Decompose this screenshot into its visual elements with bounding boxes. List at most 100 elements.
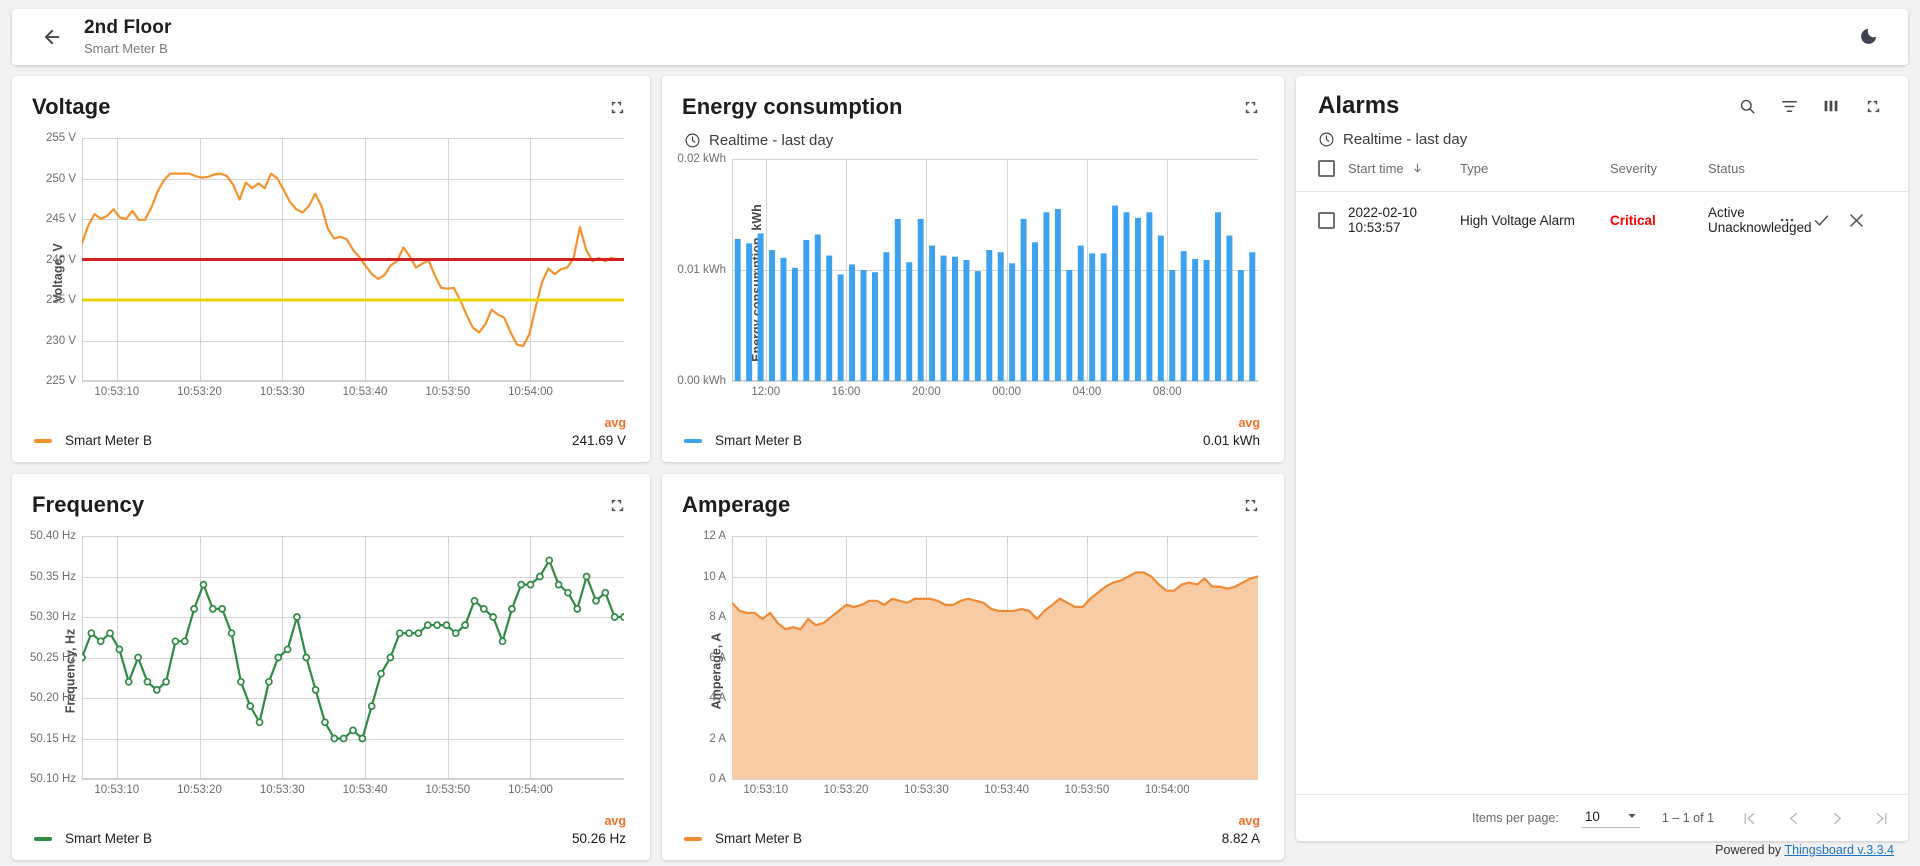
energy-fullscreen-button[interactable] bbox=[1238, 94, 1264, 120]
footer: Powered by Thingsboard v.3.3.4 bbox=[1296, 841, 1908, 860]
cell-status: Active Unacknowledged bbox=[1708, 192, 1778, 249]
theme-toggle-button[interactable] bbox=[1848, 17, 1888, 57]
column-header-type[interactable]: Type bbox=[1460, 148, 1610, 192]
alarms-column: Alarms bbox=[1296, 76, 1908, 860]
data-point bbox=[443, 622, 449, 628]
charts-row-bottom: Frequency Frequency, Hz 50.10 Hz50.15 Hz… bbox=[12, 474, 1284, 860]
bar bbox=[1112, 206, 1118, 381]
fullscreen-icon bbox=[1243, 99, 1260, 116]
alarms-columns-button[interactable] bbox=[1818, 93, 1844, 119]
column-header-severity[interactable]: Severity bbox=[1610, 148, 1708, 192]
gridline bbox=[732, 779, 1258, 780]
bar bbox=[895, 219, 901, 381]
amperage-fullscreen-button[interactable] bbox=[1238, 492, 1264, 518]
row-clear-button[interactable] bbox=[1847, 211, 1866, 230]
items-per-page-select[interactable]: 10 bbox=[1581, 809, 1640, 828]
voltage-legend-label[interactable]: Smart Meter B bbox=[65, 433, 152, 448]
prev-page-icon bbox=[1785, 810, 1802, 827]
x-axis-tick: 10:54:00 bbox=[508, 386, 553, 398]
last-page-button[interactable] bbox=[1868, 805, 1894, 831]
energy-legend: avg Smart Meter B 0.01 kWh bbox=[662, 411, 1284, 462]
alarms-fullscreen-button[interactable] bbox=[1860, 93, 1886, 119]
filter-icon bbox=[1780, 97, 1799, 116]
data-point bbox=[574, 606, 580, 612]
data-point bbox=[509, 606, 515, 612]
prev-page-button[interactable] bbox=[1780, 805, 1806, 831]
data-point bbox=[471, 598, 477, 604]
row-checkbox[interactable] bbox=[1318, 212, 1335, 229]
column-header-start-time[interactable]: Start time bbox=[1348, 148, 1460, 192]
next-page-button[interactable] bbox=[1824, 805, 1850, 831]
data-point bbox=[135, 655, 141, 661]
start-time-clock: 10:53:57 bbox=[1348, 220, 1460, 235]
bar bbox=[826, 256, 832, 381]
energy-series bbox=[732, 159, 1258, 381]
row-acknowledge-button[interactable] bbox=[1812, 211, 1831, 230]
alarms-table: Start time Type Severity bbox=[1296, 148, 1908, 248]
fullscreen-icon bbox=[1243, 497, 1260, 514]
voltage-plot-area: Voltage, V 225 V230 V235 V240 V245 V250 … bbox=[12, 120, 650, 411]
fullscreen-icon bbox=[609, 99, 626, 116]
y-axis-tick: 50.10 Hz bbox=[30, 773, 76, 785]
table-row[interactable]: 2022-02-10 10:53:57 High Voltage Alarm C… bbox=[1296, 192, 1908, 249]
bar bbox=[941, 256, 947, 381]
bar bbox=[861, 270, 867, 381]
frequency-fullscreen-button[interactable] bbox=[604, 492, 630, 518]
cell-type: High Voltage Alarm bbox=[1460, 192, 1610, 249]
data-point bbox=[415, 630, 421, 636]
energy-timewindow-button[interactable]: Realtime - last day bbox=[662, 120, 1284, 149]
amperage-plot: 0 A2 A4 A6 A8 A10 A12 A10:53:1010:53:201… bbox=[732, 536, 1258, 779]
x-axis-tick: 10:53:40 bbox=[343, 386, 388, 398]
series-line bbox=[82, 560, 624, 738]
data-point bbox=[556, 582, 562, 588]
x-axis-tick: 10:53:20 bbox=[177, 784, 222, 796]
bar bbox=[883, 252, 889, 381]
bar bbox=[792, 268, 798, 381]
energy-legend-label[interactable]: Smart Meter B bbox=[715, 433, 802, 448]
pager-controls bbox=[1736, 805, 1894, 831]
page-subtitle: Smart Meter B bbox=[84, 40, 171, 57]
alarms-search-button[interactable] bbox=[1734, 93, 1760, 119]
y-axis-tick: 12 A bbox=[703, 530, 726, 542]
bar bbox=[746, 243, 752, 381]
clock-icon bbox=[684, 132, 701, 149]
column-header-status[interactable]: Status bbox=[1708, 148, 1778, 192]
status-line-2: Unacknowledged bbox=[1708, 220, 1778, 235]
frequency-legend-label[interactable]: Smart Meter B bbox=[65, 831, 152, 846]
bar bbox=[906, 262, 912, 381]
y-axis-tick: 0.01 kWh bbox=[677, 264, 726, 276]
x-axis-tick: 20:00 bbox=[912, 386, 941, 398]
x-axis-tick: 10:53:10 bbox=[94, 386, 139, 398]
data-point bbox=[247, 703, 253, 709]
alarms-paginator: Items per page: 10 1 – 1 of 1 bbox=[1296, 794, 1908, 841]
data-point bbox=[537, 574, 543, 580]
amperage-legend-label[interactable]: Smart Meter B bbox=[715, 831, 802, 846]
area-fill bbox=[732, 572, 1258, 779]
data-point bbox=[313, 687, 319, 693]
first-page-button[interactable] bbox=[1736, 805, 1762, 831]
back-button[interactable] bbox=[32, 17, 72, 57]
row-select-cell bbox=[1296, 192, 1348, 249]
y-axis-tick: 245 V bbox=[46, 213, 76, 225]
frequency-legend: avg Smart Meter B 50.26 Hz bbox=[12, 809, 650, 860]
x-axis-tick: 10:53:20 bbox=[177, 386, 222, 398]
amperage-plot-area: Amperage, A 0 A2 A4 A6 A8 A10 A12 A10:53… bbox=[662, 518, 1284, 809]
voltage-fullscreen-button[interactable] bbox=[604, 94, 630, 120]
cell-start-time: 2022-02-10 10:53:57 bbox=[1348, 192, 1460, 249]
alarms-table-head: Start time Type Severity bbox=[1296, 148, 1908, 192]
select-all-checkbox[interactable] bbox=[1318, 160, 1335, 177]
frequency-agg-label: avg bbox=[34, 813, 626, 829]
frequency-plot-area: Frequency, Hz 50.10 Hz50.15 Hz50.20 Hz50… bbox=[12, 518, 650, 809]
x-axis-tick: 10:53:20 bbox=[824, 784, 869, 796]
bar bbox=[1055, 209, 1061, 381]
alarms-timewindow-button[interactable]: Realtime - last day bbox=[1296, 120, 1908, 148]
gridline bbox=[732, 381, 1258, 382]
alarms-filter-button[interactable] bbox=[1776, 93, 1802, 119]
y-axis-tick: 230 V bbox=[46, 335, 76, 347]
data-point bbox=[107, 630, 113, 636]
column-header-severity-label: Severity bbox=[1610, 161, 1657, 176]
row-more-button[interactable] bbox=[1778, 211, 1796, 229]
footer-link[interactable]: Thingsboard v.3.3.4 bbox=[1784, 843, 1894, 857]
bar bbox=[1181, 251, 1187, 381]
clock-icon bbox=[1318, 131, 1335, 148]
